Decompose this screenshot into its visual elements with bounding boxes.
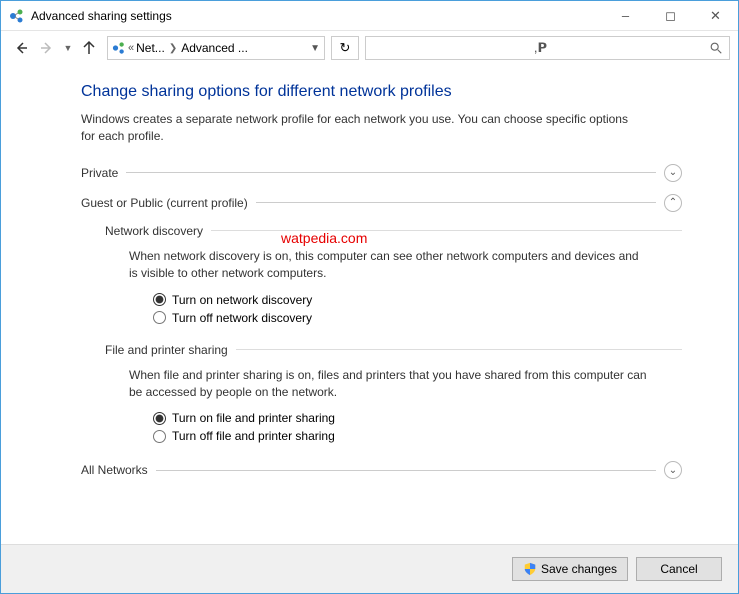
radio-fs-off[interactable]: Turn off file and printer sharing [153,429,682,443]
button-label: Cancel [660,562,697,576]
radio-nd-on[interactable]: Turn on network discovery [153,293,682,307]
address-bar[interactable]: « Net... ❯ Advanced ... ▼ [107,36,325,60]
divider [236,349,682,350]
subsection-title: Network discovery [105,224,203,238]
chevron-down-icon[interactable]: ⌄ [664,164,682,182]
search-input[interactable]: ,𝗣 [365,36,730,60]
maximize-button[interactable]: ◻ [648,1,693,30]
radio-label: Turn on network discovery [172,293,312,307]
recent-dropdown[interactable]: ▼ [61,36,75,60]
network-share-icon [9,8,25,24]
divider [211,230,682,231]
refresh-button[interactable]: ↻ [331,36,359,60]
subsection-network-discovery: Network discovery When network discovery… [105,224,682,325]
search-icon: ,𝗣 [534,40,547,56]
chevron-down-icon[interactable]: ⌄ [664,461,682,479]
content-area: Change sharing options for different net… [1,65,738,544]
window-title: Advanced sharing settings [31,9,603,23]
save-changes-button[interactable]: Save changes [512,557,628,581]
section-private[interactable]: Private ⌄ [81,164,682,182]
uac-shield-icon [523,562,537,576]
address-dropdown[interactable]: ▼ [310,43,320,54]
radio-label: Turn off network discovery [172,311,312,325]
section-label: Private [81,166,118,180]
minimize-button[interactable]: – [603,1,648,30]
forward-button[interactable] [35,36,59,60]
radio-input[interactable] [153,311,166,324]
radio-label: Turn on file and printer sharing [172,411,335,425]
breadcrumb-item[interactable]: Advanced ... [181,41,248,55]
chevron-up-icon[interactable]: ⌃ [664,194,682,212]
search-icon [709,41,723,55]
divider [126,172,656,173]
breadcrumb-item[interactable]: Net... [136,41,165,55]
radio-input[interactable] [153,430,166,443]
cancel-button[interactable]: Cancel [636,557,722,581]
subsection-description: When file and printer sharing is on, fil… [129,367,649,402]
subsection-title: File and printer sharing [105,343,228,357]
page-heading: Change sharing options for different net… [81,83,682,101]
page-description: Windows creates a separate network profi… [81,111,641,146]
close-button[interactable]: ✕ [693,1,738,30]
subsection-description: When network discovery is on, this compu… [129,248,649,283]
radio-fs-on[interactable]: Turn on file and printer sharing [153,411,682,425]
window-controls: – ◻ ✕ [603,1,738,30]
titlebar: Advanced sharing settings – ◻ ✕ [1,1,738,31]
radio-nd-off[interactable]: Turn off network discovery [153,311,682,325]
up-button[interactable] [77,36,101,60]
divider [156,470,656,471]
chevron-right-icon: ❯ [167,43,179,54]
breadcrumb-prefix: « [128,42,134,54]
radio-input[interactable] [153,293,166,306]
button-label: Save changes [541,562,617,576]
section-guest-public[interactable]: Guest or Public (current profile) ⌃ [81,194,682,212]
section-label: Guest or Public (current profile) [81,196,248,210]
subsection-file-sharing: File and printer sharing When file and p… [105,343,682,444]
radio-input[interactable] [153,412,166,425]
footer: Save changes Cancel [1,544,738,593]
nav-row: ▼ « Net... ❯ Advanced ... ▼ ↻ ,𝗣 [1,31,738,65]
network-share-icon [112,41,126,55]
window: Advanced sharing settings – ◻ ✕ ▼ « Net.… [0,0,739,594]
radio-label: Turn off file and printer sharing [172,429,335,443]
divider [256,202,656,203]
back-button[interactable] [9,36,33,60]
section-label: All Networks [81,463,148,477]
section-all-networks[interactable]: All Networks ⌄ [81,461,682,479]
